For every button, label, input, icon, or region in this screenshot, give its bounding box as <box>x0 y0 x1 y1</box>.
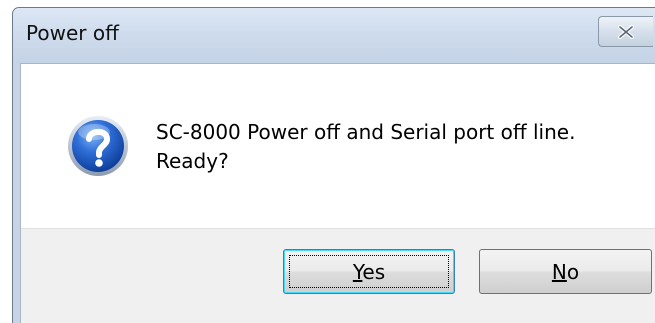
message-text: SC-8000 Power off and Serial port off li… <box>156 118 575 176</box>
message-line-1: SC-8000 Power off and Serial port off li… <box>156 120 576 144</box>
yes-button[interactable]: Yes <box>283 249 455 294</box>
dialog-client-area: SC-8000 Power off and Serial port off li… <box>20 63 655 323</box>
screen: Power off SC-8000 Power off and Serial p… <box>0 0 655 323</box>
message-area: SC-8000 Power off and Serial port off li… <box>21 64 655 228</box>
message-line-2: Ready? <box>156 149 229 173</box>
no-button[interactable]: No <box>479 249 652 294</box>
power-off-dialog: Power off SC-8000 Power off and Serial p… <box>12 7 655 323</box>
question-icon <box>68 116 128 176</box>
close-button[interactable] <box>598 16 653 47</box>
yes-accelerator: Y <box>352 259 363 284</box>
dialog-title: Power off <box>26 21 119 45</box>
no-button-label: No <box>552 260 579 284</box>
yes-label-rest: es <box>362 259 386 284</box>
close-icon <box>618 24 634 39</box>
title-bar[interactable]: Power off <box>13 8 655 63</box>
button-area: Yes No <box>21 228 655 323</box>
yes-button-label: Yes <box>353 260 385 284</box>
no-accelerator: N <box>551 259 567 284</box>
no-label-rest: o <box>566 259 580 284</box>
